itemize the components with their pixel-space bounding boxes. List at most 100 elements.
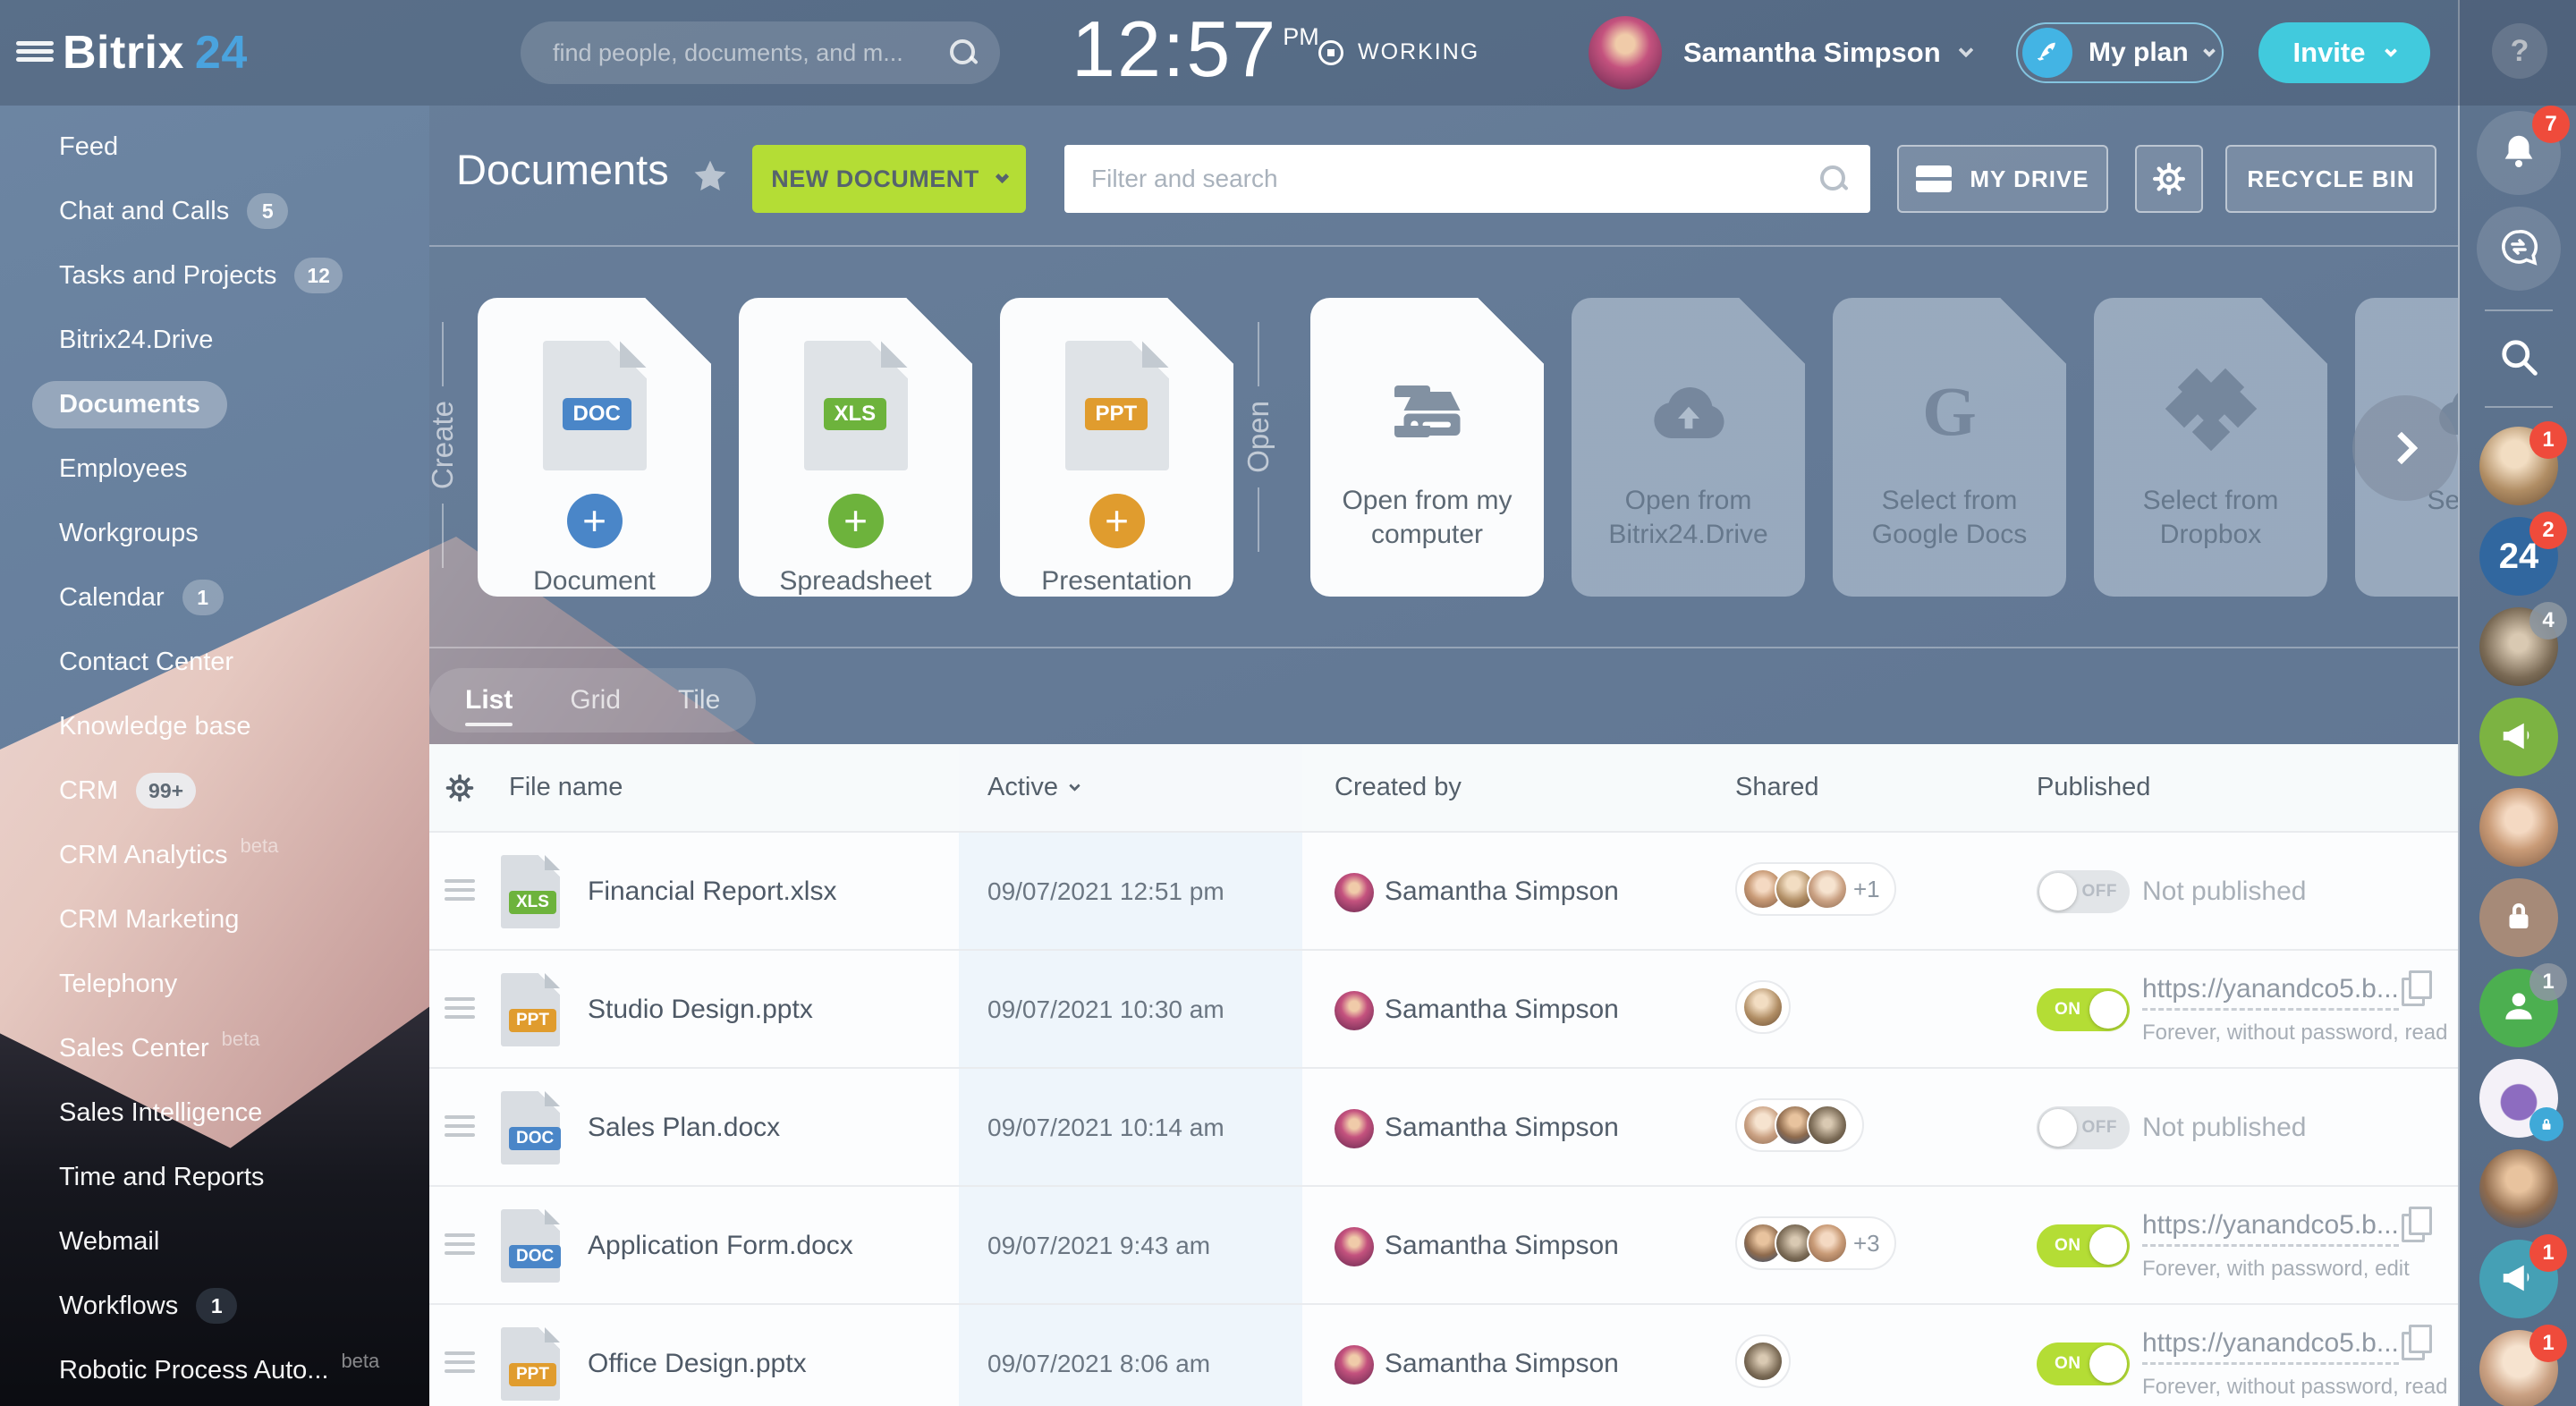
sidebar-item-crm[interactable]: CRM99+ [0, 758, 429, 823]
invite-users[interactable]: 1 [2479, 969, 2558, 1047]
create-card-doc[interactable]: DOC+Document [478, 298, 711, 597]
sidebar-item-feed[interactable]: Feed [0, 114, 429, 179]
sidebar-item-time-and-reports[interactable]: Time and Reports [0, 1145, 429, 1209]
announcement-teal[interactable]: 1 [2479, 1240, 2558, 1318]
sidebar-item-crm-marketing[interactable]: CRM Marketing [0, 887, 429, 952]
sidebar-item-tasks-and-projects[interactable]: Tasks and Projects12 [0, 243, 429, 308]
table-settings-gear-icon[interactable] [445, 744, 475, 831]
private-chat[interactable] [2479, 878, 2558, 957]
file-name-link[interactable]: Sales Plan.docx [588, 1069, 780, 1187]
bitrix24-logo[interactable]: Bitrix 24 [63, 0, 248, 106]
announcement-green[interactable] [2479, 698, 2558, 776]
drag-handle-icon[interactable] [445, 874, 475, 906]
sidebar-item-workgroups[interactable]: Workgroups [0, 501, 429, 565]
column-header-shared[interactable]: Shared [1735, 744, 1819, 831]
carousel-next-button[interactable] [2352, 395, 2458, 501]
sidebar-item-contact-center[interactable]: Contact Center [0, 630, 429, 694]
favorite-star-icon[interactable] [691, 157, 730, 201]
working-status-button[interactable]: WORKING [1304, 39, 1479, 65]
sidebar-item-sales-intelligence[interactable]: Sales Intelligence [0, 1080, 429, 1145]
shared-users[interactable]: +3 [1735, 1216, 1896, 1270]
shared-users[interactable] [1735, 1098, 1864, 1152]
add-ppt-icon[interactable]: + [1089, 494, 1145, 548]
bitrix24-chat[interactable]: 242 [2479, 517, 2558, 596]
menu-icon[interactable] [16, 38, 54, 68]
sidebar-item-robotic-process-auto[interactable]: Robotic Process Auto...beta [0, 1338, 429, 1402]
toggle-knob [2089, 1227, 2127, 1265]
drag-handle-icon[interactable] [445, 1346, 475, 1378]
user-avatar[interactable] [1589, 16, 1662, 89]
column-header-created-by[interactable]: Created by [1335, 744, 1462, 831]
file-name-link[interactable]: Application Form.docx [588, 1187, 853, 1305]
add-xls-icon[interactable]: + [828, 494, 884, 548]
search-button[interactable] [2477, 330, 2561, 387]
chat-user-1[interactable]: 1 [2479, 427, 2558, 505]
global-search-input[interactable] [551, 38, 948, 68]
sidebar-item-label-wrap: CRM Marketing [59, 905, 239, 935]
notifications-button[interactable]: 7 [2477, 111, 2561, 195]
open-card-select-from-google-docs[interactable]: GSelect from Google Docs [1833, 298, 2066, 597]
drag-handle-icon[interactable] [445, 1110, 475, 1142]
sidebar-item-sales-center[interactable]: Sales Centerbeta [0, 1016, 429, 1080]
file-name-link[interactable]: Office Design.pptx [588, 1305, 807, 1406]
shared-users[interactable]: +1 [1735, 862, 1896, 916]
filter-search-input[interactable] [1089, 164, 1818, 194]
copy-link-icon[interactable] [2402, 1325, 2432, 1360]
chat-user-4[interactable]: 1 [2479, 1330, 2558, 1406]
publish-toggle[interactable]: OFF [2037, 870, 2130, 913]
create-card-ppt[interactable]: PPT+Presentation [1000, 298, 1233, 597]
tab-tile[interactable]: Tile [678, 685, 720, 716]
published-link[interactable]: https://yanandco5.b... [2142, 1328, 2399, 1365]
my-drive-button[interactable]: MY DRIVE [1897, 145, 2108, 213]
published-link[interactable]: https://yanandco5.b... [2142, 974, 2399, 1011]
sidebar-item-label-wrap: Employees [59, 454, 187, 484]
chat-group[interactable]: 4 [2479, 607, 2558, 686]
new-document-button[interactable]: NEW DOCUMENT [752, 145, 1026, 213]
open-card-open-from-my-computer[interactable]: Open from my computer [1310, 298, 1544, 597]
messenger-button[interactable] [2477, 207, 2561, 291]
sidebar-item-documents[interactable]: Documents [0, 372, 429, 436]
publish-toggle[interactable]: OFF [2037, 1106, 2130, 1149]
sidebar-item-calendar[interactable]: Calendar1 [0, 565, 429, 630]
recycle-bin-button[interactable]: RECYCLE BIN [2225, 145, 2436, 213]
chat-user-3[interactable] [2479, 1149, 2558, 1228]
published-link[interactable]: https://yanandco5.b... [2142, 1210, 2399, 1247]
sidebar-item-label: Knowledge base [59, 712, 250, 741]
add-doc-icon[interactable]: + [567, 494, 623, 548]
drag-handle-icon[interactable] [445, 992, 475, 1024]
file-name-link[interactable]: Financial Report.xlsx [588, 833, 836, 951]
tab-list[interactable]: List [465, 685, 513, 716]
user-menu[interactable]: Samantha Simpson [1683, 0, 1971, 106]
open-card-open-from-bitrix24-drive[interactable]: Open from Bitrix24.Drive [1572, 298, 1805, 597]
create-card-xls[interactable]: XLS+Spreadsheet [739, 298, 972, 597]
sidebar-item-chat-and-calls[interactable]: Chat and Calls5 [0, 179, 429, 243]
column-header-file-name[interactable]: File name [509, 744, 623, 831]
create-section-label: Create [429, 322, 456, 568]
sidebar-item-webmail[interactable]: Webmail [0, 1209, 429, 1274]
sidebar-item-telephony[interactable]: Telephony [0, 952, 429, 1016]
tab-grid[interactable]: Grid [570, 685, 621, 716]
sidebar-item-knowledge-base[interactable]: Knowledge base [0, 694, 429, 758]
invite-button[interactable]: Invite [2258, 22, 2430, 83]
publish-toggle[interactable]: ON [2037, 988, 2130, 1031]
copy-link-icon[interactable] [2402, 1207, 2432, 1242]
anniversary-chat[interactable] [2479, 1059, 2558, 1138]
file-name-link[interactable]: Studio Design.pptx [588, 951, 813, 1069]
shared-users[interactable] [1735, 1334, 1791, 1388]
shared-users[interactable] [1735, 980, 1791, 1034]
sidebar-item-workflows[interactable]: Workflows1 [0, 1274, 429, 1338]
column-header-published[interactable]: Published [2037, 744, 2150, 831]
sidebar-item-bitrix24-drive[interactable]: Bitrix24.Drive [0, 308, 429, 372]
sidebar-item-employees[interactable]: Employees [0, 436, 429, 501]
publish-toggle[interactable]: ON [2037, 1342, 2130, 1385]
open-card-select-from-dropbox[interactable]: Select from Dropbox [2094, 298, 2327, 597]
chat-user-2[interactable] [2479, 788, 2558, 867]
publish-toggle[interactable]: ON [2037, 1224, 2130, 1267]
copy-link-icon[interactable] [2402, 970, 2432, 1006]
drag-handle-icon[interactable] [445, 1228, 475, 1260]
toggle-knob [2039, 873, 2077, 911]
settings-button[interactable] [2135, 145, 2203, 213]
sidebar-item-crm-analytics[interactable]: CRM Analyticsbeta [0, 823, 429, 887]
my-plan-button[interactable]: My plan [2016, 22, 2224, 83]
column-header-active[interactable]: Active [987, 744, 1079, 831]
